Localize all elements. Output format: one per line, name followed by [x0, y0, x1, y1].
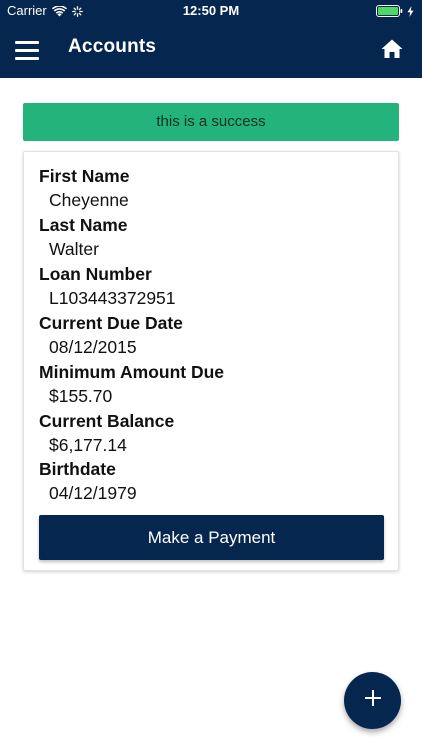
carrier-label: Carrier	[7, 3, 47, 18]
field-first-name: First Name Cheyenne	[39, 164, 379, 213]
app-header: Accounts	[0, 22, 422, 78]
status-right	[376, 0, 414, 22]
field-label: Last Name	[39, 215, 128, 235]
field-label: Current Due Date	[39, 313, 183, 333]
plus-icon	[363, 688, 383, 713]
field-value: $6,177.14	[49, 435, 127, 455]
field-last-name: Last Name Walter	[39, 213, 379, 262]
field-loan-number: Loan Number L103443372951	[39, 262, 379, 311]
field-current-balance: Current Balance $6,177.14	[39, 409, 379, 458]
menu-bar	[15, 56, 39, 60]
add-fab-button[interactable]	[344, 672, 401, 729]
status-left: Carrier	[7, 0, 83, 22]
field-value: Cheyenne	[49, 190, 129, 210]
menu-bar	[15, 40, 39, 44]
make-payment-button[interactable]: Make a Payment	[39, 515, 384, 560]
field-value: $155.70	[49, 386, 113, 406]
wifi-icon	[51, 5, 67, 17]
field-label: Minimum Amount Due	[39, 362, 225, 382]
account-details-card: First Name Cheyenne Last Name Walter Loa…	[23, 151, 399, 571]
field-label: Birthdate	[39, 459, 116, 479]
hamburger-menu-icon[interactable]	[12, 34, 44, 66]
app-top-bar: Carrier 12:50 PM Accounts	[0, 0, 422, 78]
field-label: First Name	[39, 166, 130, 186]
success-banner: this is a success	[23, 103, 399, 141]
field-birthdate: Birthdate 04/12/1979	[39, 457, 379, 506]
battery-icon	[376, 5, 403, 17]
field-minimum-amount-due: Minimum Amount Due $155.70	[39, 360, 379, 409]
home-icon[interactable]	[380, 37, 404, 61]
charging-bolt-icon	[407, 5, 414, 17]
menu-bar	[15, 48, 39, 52]
field-value: 04/12/1979	[49, 483, 137, 503]
activity-icon	[71, 5, 83, 17]
field-value: L103443372951	[49, 288, 176, 308]
field-value: 08/12/2015	[49, 337, 137, 357]
field-current-due-date: Current Due Date 08/12/2015	[39, 311, 379, 360]
page-title: Accounts	[68, 36, 157, 57]
field-value: Walter	[49, 239, 99, 259]
field-label: Loan Number	[39, 264, 152, 284]
status-bar: Carrier 12:50 PM	[0, 0, 422, 22]
field-label: Current Balance	[39, 411, 175, 431]
